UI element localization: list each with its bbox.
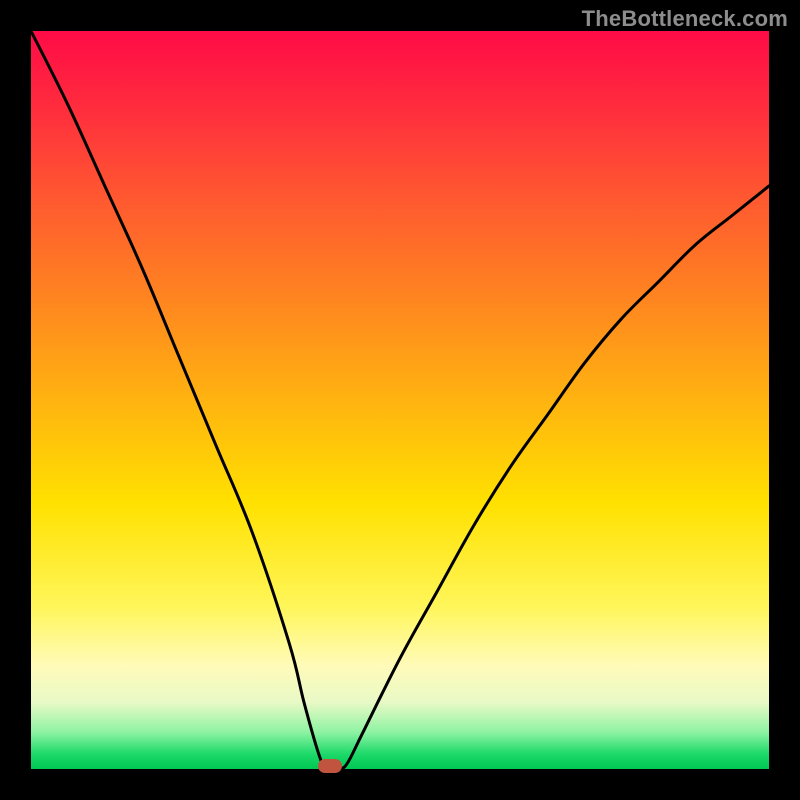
chart-frame: TheBottleneck.com [0,0,800,800]
optimum-marker [318,759,342,773]
watermark-text: TheBottleneck.com [582,6,788,32]
bottleneck-curve [31,31,769,769]
plot-area [31,31,769,769]
